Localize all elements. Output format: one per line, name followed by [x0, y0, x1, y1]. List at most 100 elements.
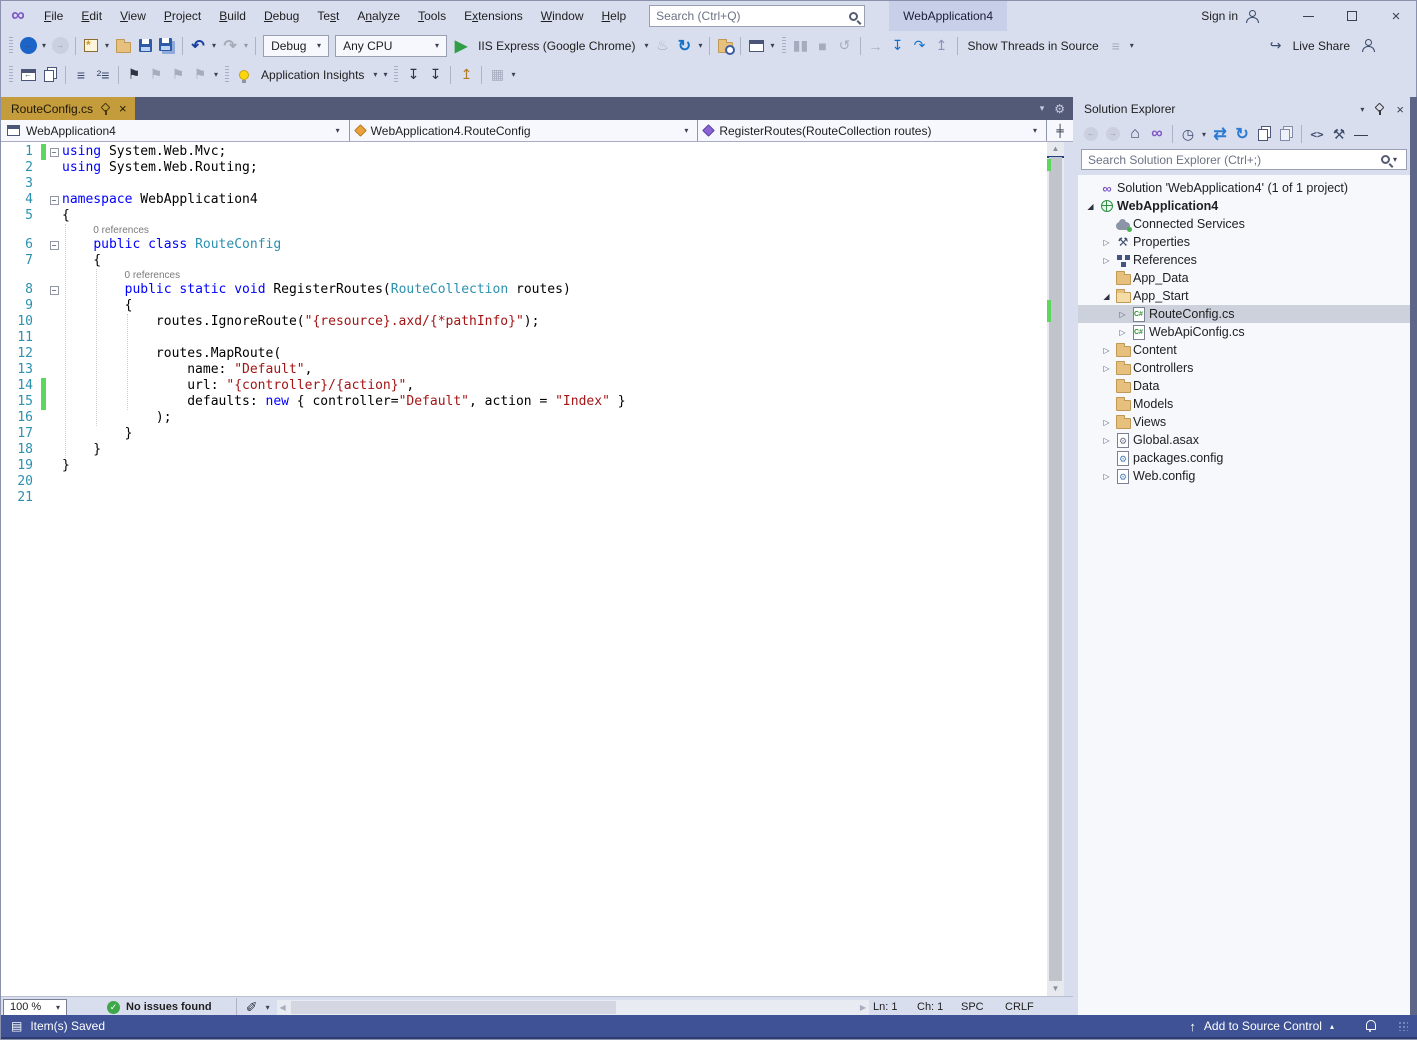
indent-decrease-icon[interactable]: ≡ — [70, 63, 92, 87]
solution-explorer-header[interactable]: Solution Explorer ▾ × — [1078, 97, 1410, 121]
sign-in-button[interactable]: Sign in — [1201, 9, 1258, 23]
scroll-up-arrow-icon[interactable]: ▲ — [1047, 142, 1064, 156]
tree-item-content[interactable]: ▷ Content — [1078, 341, 1410, 359]
notifications-bell-icon[interactable] — [1364, 1020, 1376, 1032]
code-line[interactable]: 10 routes.IgnoreRoute("{resource}.axd/{*… — [1, 314, 1047, 330]
insights-overflow-caret[interactable]: ▾ — [380, 70, 390, 79]
code-editor[interactable]: 1 − using System.Web.Mvc; 2 using System… — [1, 142, 1047, 996]
sync-with-active-document-icon[interactable]: ⇄ — [1209, 122, 1231, 146]
tree-item-webapiconfig-cs[interactable]: ▷ WebApiConfig.cs — [1078, 323, 1410, 341]
panel-close-icon[interactable]: × — [1396, 102, 1404, 117]
menu-project[interactable]: Project — [155, 5, 210, 27]
indent-increase-icon[interactable]: ²≡ — [92, 63, 114, 87]
code-line[interactable]: 15 defaults: new { controller="Default",… — [1, 394, 1047, 410]
show-threads-in-source-label[interactable]: Show Threads in Source — [962, 39, 1105, 53]
previous-bookmark-icon[interactable]: ⚑ — [145, 63, 167, 87]
clear-bookmarks-icon[interactable]: ⚑ — [189, 63, 211, 87]
tree-item-controllers[interactable]: ▷ Controllers — [1078, 359, 1410, 377]
outlining-margin[interactable]: − — [46, 144, 62, 160]
next-bookmark-icon[interactable]: ⚑ — [167, 63, 189, 87]
code-line[interactable]: 18 } — [1, 442, 1047, 458]
table-designer-icon[interactable]: ▦ — [486, 63, 508, 87]
tree-item-references[interactable]: ▷ References — [1078, 251, 1410, 269]
toolbar-grip[interactable] — [782, 37, 786, 54]
code-line[interactable]: 4 − namespace WebApplication4 — [1, 192, 1047, 208]
resize-grip[interactable] — [1398, 1021, 1408, 1031]
application-insights-bulb-icon[interactable] — [233, 63, 255, 87]
refresh-icon[interactable]: ↻ — [1231, 122, 1253, 146]
find-in-files-icon[interactable] — [714, 34, 736, 58]
code-line[interactable]: 20 — [1, 474, 1047, 490]
navigate-backward-icon[interactable]: ← — [17, 34, 39, 58]
tab-list-caret-icon[interactable]: ▾ — [1040, 103, 1045, 114]
code-line[interactable]: 8 − public static void RegisterRoutes(Ro… — [1, 282, 1047, 298]
panel-menu-caret-icon[interactable]: ▾ — [1360, 105, 1364, 114]
live-share-icon[interactable]: ↪ — [1265, 34, 1287, 58]
redo-caret[interactable]: ▾ — [241, 41, 251, 50]
menu-analyze[interactable]: Analyze — [348, 5, 409, 27]
close-tab-icon[interactable]: × — [119, 101, 127, 116]
restart-icon[interactable]: ↺ — [834, 34, 856, 58]
navigate-forward-doc-icon[interactable] — [39, 63, 61, 87]
commit-all-icon[interactable]: ↧ — [424, 63, 446, 87]
pause-icon[interactable]: ▮▮ — [790, 34, 812, 58]
member-dropdown[interactable]: RegisterRoutes(RouteCollection routes) ▾ — [698, 120, 1047, 141]
tree-item-packages-config[interactable]: packages.config — [1078, 449, 1410, 467]
code-line[interactable]: 12 routes.MapRoute( — [1, 346, 1047, 362]
tree-item-data[interactable]: Data — [1078, 377, 1410, 395]
toolbar-grip[interactable] — [394, 66, 398, 83]
se-back-icon[interactable]: ← — [1080, 122, 1102, 146]
menu-extensions[interactable]: Extensions — [455, 5, 532, 27]
start-target-caret[interactable]: ▾ — [641, 41, 651, 50]
start-target-label[interactable]: IIS Express (Google Chrome) — [472, 39, 641, 53]
horizontal-scrollbar[interactable]: ◀ ▶ — [277, 1000, 869, 1015]
project-dropdown[interactable]: WebApplication4 ▾ — [1, 120, 350, 141]
add-to-source-control-button[interactable]: Add to Source Control — [1204, 1019, 1322, 1033]
navigate-backward-doc-icon[interactable]: ← — [17, 63, 39, 87]
save-all-icon[interactable] — [156, 34, 178, 58]
navigate-forward-icon[interactable]: → — [49, 34, 71, 58]
minimize-button[interactable] — [1286, 1, 1330, 31]
new-project-caret[interactable]: ▾ — [102, 41, 112, 50]
outlining-margin[interactable]: − — [46, 192, 62, 208]
threads-list-icon[interactable]: ≡ — [1105, 34, 1127, 58]
tree-item-models[interactable]: Models — [1078, 395, 1410, 413]
zoom-level-combo[interactable]: 100 % ▾ — [3, 999, 67, 1016]
browser-link-caret[interactable]: ▾ — [767, 41, 777, 50]
view-code-icon[interactable]: <> — [1306, 122, 1328, 146]
type-dropdown[interactable]: WebApplication4.RouteConfig ▾ — [350, 120, 699, 141]
scroll-right-arrow-icon[interactable]: ▶ — [857, 1000, 869, 1015]
toolbar-grip[interactable] — [9, 66, 13, 83]
restart-application-icon[interactable]: ↻ — [673, 34, 695, 58]
code-line[interactable]: 16 ); — [1, 410, 1047, 426]
code-line[interactable]: 21 — [1, 490, 1047, 506]
save-icon[interactable] — [134, 34, 156, 58]
show-all-files-icon[interactable] — [1275, 122, 1297, 146]
se-search-caret[interactable]: ▾ — [1390, 155, 1400, 164]
menu-build[interactable]: Build — [210, 5, 255, 27]
code-line[interactable]: 13 name: "Default", — [1, 362, 1047, 378]
outlining-margin[interactable]: − — [46, 282, 62, 298]
quick-search-input[interactable]: Search (Ctrl+Q) — [649, 5, 865, 27]
code-line[interactable]: 3 — [1, 176, 1047, 192]
codelens-row[interactable]: 0 references — [1, 224, 1047, 237]
step-out-icon[interactable]: ↥ — [931, 34, 953, 58]
new-project-icon[interactable] — [80, 34, 102, 58]
toolbar-grip[interactable] — [225, 66, 229, 83]
codelens-row[interactable]: 0 references — [1, 269, 1047, 282]
properties-icon[interactable]: ⚒ — [1328, 122, 1350, 146]
hot-reload-icon[interactable]: ♨ — [651, 34, 673, 58]
code-line[interactable]: 9 { — [1, 298, 1047, 314]
switch-views-icon[interactable]: ∞ — [1146, 122, 1168, 146]
pending-changes-filter-icon[interactable]: ◷ — [1177, 122, 1199, 146]
stop-icon[interactable]: ■ — [812, 34, 834, 58]
editor-settings-gear-icon[interactable]: ⚙ — [1054, 102, 1065, 116]
menu-edit[interactable]: Edit — [72, 5, 111, 27]
scrollbar-thumb[interactable] — [1049, 157, 1062, 981]
pin-tab-icon[interactable] — [100, 103, 112, 115]
home-icon[interactable]: ⌂ — [1124, 122, 1146, 146]
preview-selected-icon[interactable]: — — [1350, 122, 1372, 146]
outlining-margin[interactable]: − — [46, 237, 62, 253]
menu-window[interactable]: Window — [532, 5, 593, 27]
health-indicator[interactable]: ✓ No issues found — [107, 1001, 212, 1014]
